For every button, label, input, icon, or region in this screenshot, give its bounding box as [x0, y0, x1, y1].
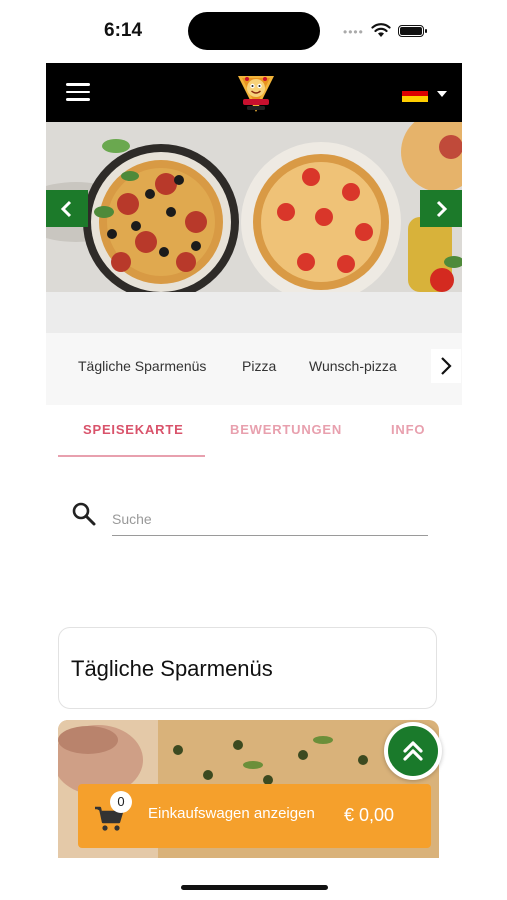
chevron-right-icon — [436, 200, 448, 217]
cart-total: € 0,00 — [344, 805, 395, 825]
chevron-right-icon — [441, 357, 452, 375]
scroll-to-top-circle — [388, 726, 438, 776]
dynamic-island — [188, 12, 320, 50]
banner-spacer — [46, 292, 462, 333]
section-title: Tägliche Sparmenüs — [71, 656, 273, 681]
tab-speisekarte[interactable]: SPEISEKARTE — [83, 422, 184, 437]
category-scroll-right-button[interactable] — [431, 349, 461, 383]
category-bar: Tägliche Sparmenüs Pizza Wunsch-pizza — [46, 333, 462, 405]
search-input[interactable] — [112, 503, 428, 536]
tab-bewertungen[interactable]: BEWERTUNGEN — [230, 422, 342, 437]
slider-next-button[interactable] — [420, 190, 462, 227]
category-item-pizza[interactable]: Pizza — [242, 358, 276, 374]
status-bar: 6:14 •••• — [0, 0, 507, 62]
language-selector[interactable] — [402, 85, 452, 103]
app-header — [46, 63, 462, 122]
scroll-to-top-button[interactable] — [384, 722, 442, 780]
section-header-card: Tägliche Sparmenüs — [58, 627, 437, 709]
app-screen: Tägliche Sparmenüs Pizza Wunsch-pizza SP… — [46, 63, 462, 858]
cart-count-badge: 0 — [110, 791, 132, 813]
german-flag-icon — [402, 85, 428, 102]
status-time: 6:14 — [104, 20, 143, 41]
slider-prev-button[interactable] — [46, 190, 88, 227]
category-item-sparmenues[interactable]: Tägliche Sparmenüs — [78, 358, 206, 374]
active-tab-indicator — [58, 455, 205, 457]
hero-banner[interactable] — [46, 122, 462, 292]
search-icon[interactable] — [71, 501, 97, 527]
pizza-hero-image — [46, 122, 462, 292]
wifi-icon — [371, 23, 391, 37]
restaurant-logo[interactable] — [232, 68, 280, 116]
tab-bar: SPEISEKARTE BEWERTUNGEN INFO — [46, 405, 462, 457]
hamburger-menu-icon[interactable] — [66, 83, 90, 103]
view-cart-button[interactable]: 0 Einkaufswagen anzeigen € 0,00 — [78, 784, 431, 848]
tab-info[interactable]: INFO — [391, 422, 425, 437]
battery-icon — [398, 25, 427, 37]
category-item-wunsch-pizza[interactable]: Wunsch-pizza — [309, 358, 397, 374]
cart-label: Einkaufswagen anzeigen — [148, 805, 315, 822]
chevron-left-icon — [60, 200, 72, 217]
double-chevron-up-icon — [403, 741, 423, 761]
caret-down-icon — [437, 91, 447, 97]
home-indicator[interactable] — [181, 885, 328, 890]
signal-dots-icon: •••• — [343, 25, 364, 39]
